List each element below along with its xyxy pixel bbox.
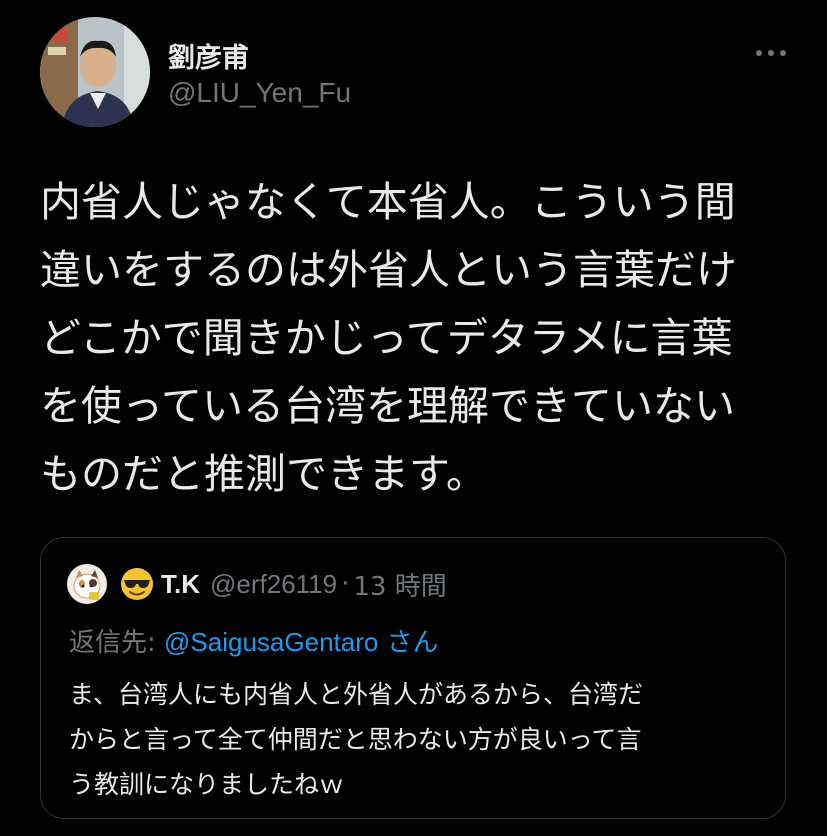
quoted-text-line: う教訓になりましたねｗ	[69, 770, 345, 799]
author-display-name[interactable]: 劉彦甫	[168, 36, 249, 75]
reply-mention-link[interactable]: @SaigusaGentaro	[164, 627, 378, 657]
author-avatar[interactable]	[40, 17, 150, 127]
tweet-text-line: ものだと推測できます。	[40, 450, 487, 498]
quoted-author-handle[interactable]: @erf26119	[210, 569, 337, 600]
quoted-tweet-card[interactable]: T.K @erf26119 · 13 時間 返信先: @SaigusaGenta…	[40, 537, 786, 819]
sunglasses-emoji-icon	[119, 566, 155, 602]
tweet-text-line: 内省人じゃなくて本省人。こういう間	[40, 178, 736, 226]
quoted-text-line: からと言って全て仲間だと思わない方が良いって言	[69, 725, 642, 754]
more-horizontal-icon	[756, 50, 786, 56]
quoted-tweet-text: ま、台湾人にも内省人と外省人があるから、台湾だ からと言って全て仲間だと思わない…	[69, 672, 769, 807]
reply-suffix: さん	[378, 628, 439, 658]
reply-prefix: 返信先:	[69, 628, 165, 658]
more-options-button[interactable]	[748, 38, 794, 68]
replying-to: 返信先: @SaigusaGentaro さん	[69, 622, 439, 659]
tweet-text: 内省人じゃなくて本省人。こういう間 違いをするのは外省人という言葉だけ どこかで…	[40, 168, 800, 508]
separator-dot: ·	[341, 569, 350, 599]
quoted-author-avatar[interactable]	[67, 564, 107, 604]
author-handle[interactable]: @LIU_Yen_Fu	[168, 77, 351, 109]
quoted-author-name[interactable]: T.K	[161, 569, 200, 600]
tweet-text-line: どこかで聞きかじってデタラメに言葉	[40, 314, 733, 362]
quoted-tweet-header: T.K @erf26119 · 13 時間	[67, 564, 447, 604]
quoted-text-line: ま、台湾人にも内省人と外省人があるから、台湾だ	[69, 680, 644, 709]
tweet-text-line: 違いをするのは外省人という言葉だけ	[40, 246, 737, 294]
tweet-text-line: を使っている台湾を理解できていない	[40, 382, 735, 430]
tweet: 劉彦甫 @LIU_Yen_Fu 内省人じゃなくて本省人。こういう間 違いをするの…	[0, 0, 827, 836]
quoted-timestamp[interactable]: 13 時間	[353, 566, 446, 603]
